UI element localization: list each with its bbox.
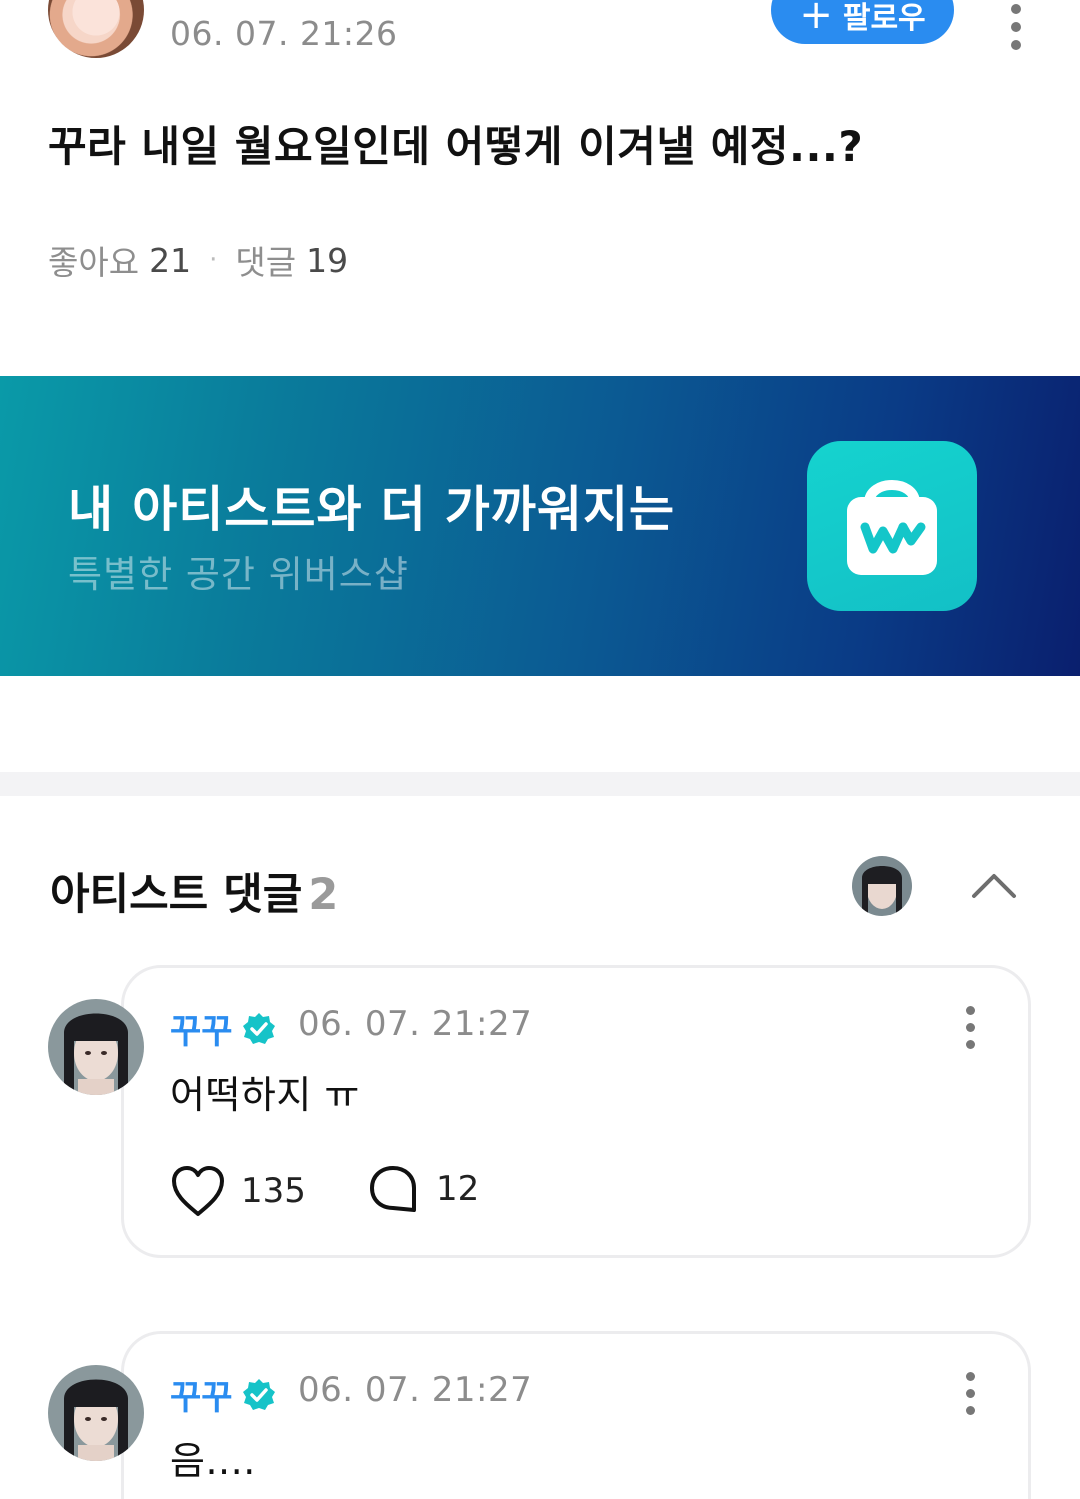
likes-label: 좋아요 [48, 243, 140, 282]
post-author-name-cropped [170, 0, 292, 2]
comments-count[interactable]: 19 [306, 241, 348, 280]
comment-text: 어떡하지 ㅠ [170, 1073, 360, 1117]
artist-comments-count: 2 [308, 870, 339, 920]
comment-more-options-icon[interactable] [960, 1006, 980, 1050]
post-more-options-icon[interactable] [1004, 4, 1028, 50]
verified-badge-icon [242, 1378, 275, 1410]
artist-comments-label: 아티스트 댓글 [50, 870, 303, 920]
comment-reply-count: 12 [436, 1169, 480, 1209]
comment-author-name[interactable]: 꾸꾸 [170, 1370, 277, 1419]
post-timestamp: 06. 07. 21:26 [170, 14, 398, 53]
artist-comments-title: 아티스트 댓글 2 [50, 860, 338, 922]
comment-author-label: 꾸꾸 [170, 1012, 233, 1052]
collapse-chevron-up-icon[interactable] [970, 864, 1018, 904]
weverse-shop-banner[interactable]: 내 아티스트와 더 가까워지는 특별한 공간 위버스샵 [0, 376, 1080, 676]
comment-author-name[interactable]: 꾸꾸 [170, 1004, 277, 1053]
comment-more-options-icon[interactable] [960, 1372, 980, 1416]
plus-icon: + [799, 0, 833, 38]
speech-bubble-icon [370, 1166, 416, 1212]
comment-like-button[interactable]: 135 [170, 1164, 306, 1218]
likes-count: 21 [149, 240, 192, 280]
follow-button[interactable]: + 팔로우 [771, 0, 954, 44]
heart-icon [172, 1166, 224, 1216]
artist-avatar-small[interactable] [852, 856, 912, 916]
comment-text: 음.... [170, 1439, 256, 1483]
comment-timestamp: 06. 07. 21:27 [298, 1370, 533, 1410]
comment-timestamp: 06. 07. 21:27 [298, 1004, 533, 1044]
comment-reply-button[interactable]: 12 [368, 1164, 479, 1214]
section-divider [0, 772, 1080, 796]
banner-subtitle: 특별한 공간 위버스샵 [68, 553, 409, 596]
banner-title: 내 아티스트와 더 가까워지는 [68, 481, 676, 538]
weverse-shop-bag-icon [807, 441, 977, 611]
stats-separator: · [209, 245, 218, 275]
follow-label: 팔로우 [842, 1, 926, 36]
comment-author-label: 꾸꾸 [170, 1378, 233, 1418]
comment-like-count: 135 [241, 1171, 306, 1211]
post-body-text: 꾸라 내일 월요일인데 어떻게 이겨낼 예정...? [48, 122, 864, 171]
post-author-avatar[interactable] [48, 0, 144, 58]
comments-label[interactable]: 댓글 [235, 236, 296, 284]
verified-badge-icon [242, 1012, 275, 1044]
comment-author-avatar[interactable] [48, 1365, 144, 1461]
post-stats: 좋아요 21 · 댓글 19 [48, 236, 348, 284]
comment-author-avatar[interactable] [48, 999, 144, 1095]
